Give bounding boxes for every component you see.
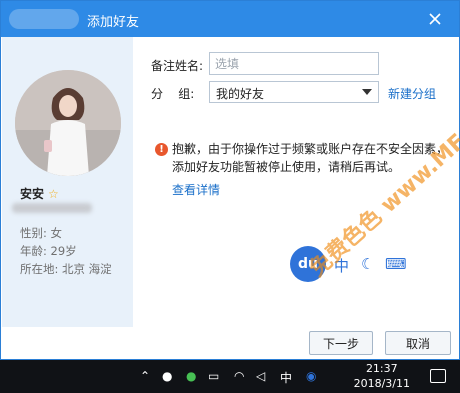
window-title: 添加好友 (87, 15, 140, 30)
error-message: 抱歉，由于你操作过于频繁或账户存在不安全因素，添加好友功能暂被停止使用，请稍后再… (172, 142, 449, 174)
toolbar-keyboard-icon[interactable]: ⌨ (385, 255, 407, 273)
view-details-link[interactable]: 查看详情 (172, 181, 220, 198)
group-value: 我的好友 (216, 87, 265, 101)
notification-icon[interactable] (430, 369, 446, 383)
clock-date: 2018/3/11 (353, 377, 410, 390)
toolbar-chinese-icon[interactable]: 中 (334, 255, 349, 276)
avatar[interactable] (15, 70, 121, 176)
chevron-down-icon (362, 89, 372, 95)
nickname-row: 安安 ☆ (20, 185, 59, 202)
cancel-button[interactable]: 取消 (385, 331, 451, 355)
group-label: 分 组: (151, 87, 195, 101)
baidu-logo-icon[interactable]: du (290, 246, 326, 282)
remark-label: 备注姓名: (151, 59, 204, 73)
new-group-link[interactable]: 新建分组 (388, 85, 436, 102)
next-button[interactable]: 下一步 (309, 331, 373, 355)
warning-icon: ! (155, 143, 168, 156)
age-info: 年龄: 29岁 (20, 244, 77, 258)
taskbar: ⌃ ● ● ▭ ◠ ◁ 中 ◉ 21:37 2018/3/11 (0, 360, 460, 393)
close-icon (429, 13, 441, 25)
group-select[interactable]: 我的好友 (209, 81, 379, 103)
wifi-icon[interactable]: ◠ (234, 369, 244, 383)
gender-info: 性别: 女 (20, 226, 63, 240)
blurred-account (12, 203, 92, 213)
title-bar[interactable]: 添加好友 (1, 1, 459, 37)
nickname: 安安 (20, 187, 45, 201)
ime-tray-icon[interactable]: ◉ (306, 369, 316, 383)
toolbar-moon-icon[interactable]: ☾ (361, 255, 374, 273)
security-tray-icon[interactable]: ● (186, 369, 196, 383)
location-info: 所在地: 北京 海淀 (20, 262, 112, 276)
battery-icon[interactable]: ▭ (208, 369, 219, 383)
chevron-up-icon[interactable]: ⌃ (140, 369, 150, 383)
clock[interactable]: 21:37 2018/3/11 (354, 361, 410, 391)
close-button[interactable] (423, 7, 447, 31)
add-friend-dialog: 添加好友 安安 ☆ 性别: 女 年龄: 29岁 所在地: 北京 海淀 备注姓名:… (0, 0, 460, 360)
remark-input[interactable] (209, 52, 379, 75)
profile-panel: 安安 ☆ 性别: 女 年龄: 29岁 所在地: 北京 海淀 (2, 37, 133, 327)
qq-tray-icon[interactable]: ● (162, 369, 172, 383)
volume-icon[interactable]: ◁ (256, 369, 265, 383)
star-icon: ☆ (48, 186, 59, 201)
ime-indicator[interactable]: 中 (280, 369, 292, 386)
app-logo (9, 9, 79, 29)
clock-time: 21:37 (365, 362, 398, 375)
